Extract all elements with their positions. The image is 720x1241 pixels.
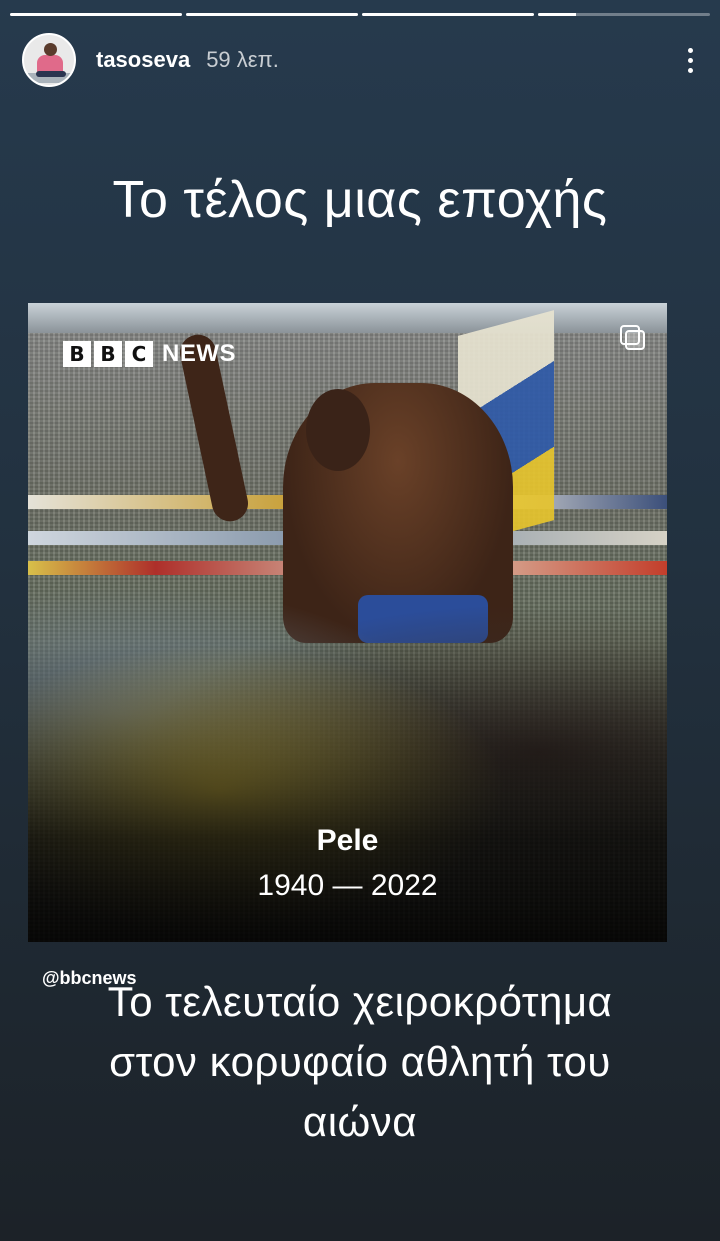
story-progress-segment bbox=[362, 13, 534, 16]
story-caption: Το τελευταίο χειροκρότημα στον κορυφαίο … bbox=[107, 978, 613, 1145]
more-options-icon[interactable] bbox=[680, 44, 700, 76]
username[interactable]: tasoseva bbox=[96, 47, 190, 73]
avatar[interactable] bbox=[22, 33, 76, 87]
story-header: tasoseva 59 λεπ. bbox=[22, 32, 698, 88]
story-progress-segment bbox=[538, 13, 710, 16]
shared-post-image[interactable]: B B C NEWS Pele 1940 — 2022 bbox=[28, 303, 667, 942]
story-title: Το τέλος μιας εποχής bbox=[112, 171, 608, 229]
post-time: 59 λεπ. bbox=[206, 47, 279, 72]
story-progress-bar bbox=[10, 13, 710, 16]
caption-name: Pele bbox=[316, 824, 379, 857]
story-progress-segment bbox=[186, 13, 358, 16]
bbc-news-logo: B B C NEWS bbox=[63, 340, 236, 368]
caption-years: 1940 — 2022 bbox=[257, 869, 438, 902]
story-progress-segment bbox=[10, 13, 182, 16]
multiple-images-icon bbox=[620, 325, 646, 351]
